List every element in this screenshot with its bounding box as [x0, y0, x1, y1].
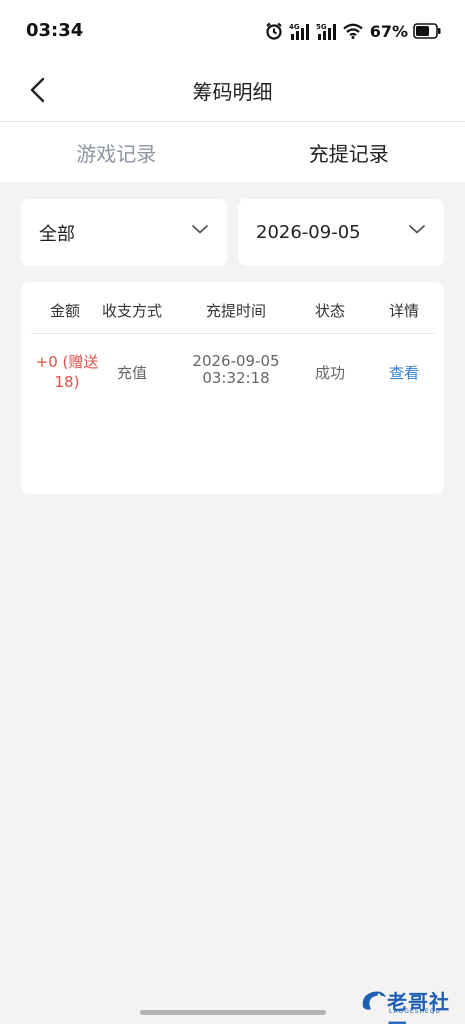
table-row: +0 (赠送 18) 充值 2026-09-05 03:32:18 成功 查看	[31, 334, 434, 424]
table-header: 金额 收支方式 充提时间 状态 详情	[31, 282, 434, 334]
time-cell: 2026-09-05 03:32:18	[181, 353, 291, 387]
svg-text:5G: 5G	[316, 23, 327, 31]
type-filter-value: 全部	[39, 223, 75, 245]
status-cell: 成功	[314, 364, 345, 382]
status-time: 03:34	[26, 20, 84, 41]
record-date: 2026-09-05	[192, 352, 280, 370]
chevron-down-icon	[409, 225, 425, 234]
signal-4g-icon: 4G	[289, 23, 309, 40]
battery-icon	[413, 23, 441, 39]
alarm-icon	[265, 22, 282, 40]
column-header-method: 收支方式	[101, 302, 162, 320]
chevron-down-icon	[192, 225, 208, 234]
tab-game-records[interactable]: 游戏记录	[0, 122, 233, 182]
battery-percent: 67%	[369, 21, 408, 41]
records-table: 金额 收支方式 充提时间 状态 详情 +0 (赠送 18) 充值 2026-09…	[21, 282, 444, 494]
tab-deposit-withdraw-records[interactable]: 充提记录	[233, 122, 465, 182]
column-header-amount: 金额	[49, 302, 80, 320]
date-filter-dropdown[interactable]: 2026-09-05	[238, 199, 444, 266]
record-tabs: 游戏记录 充提记录	[0, 122, 465, 182]
status-icons: 4G 5G 67%	[264, 19, 441, 43]
date-filter-value: 2026-09-05	[256, 222, 361, 243]
record-time: 03:32:18	[202, 369, 270, 387]
amount-line: 18)	[54, 373, 80, 391]
watermark-subtext: LAOGESHEQU	[389, 1008, 441, 1015]
signal-5g-icon: 5G	[316, 23, 336, 40]
wifi-icon	[342, 23, 363, 39]
status-bar: 03:34 4G 5G 67%	[0, 0, 465, 62]
method-cell: 充值	[116, 364, 147, 382]
column-header-detail: 详情	[388, 302, 419, 320]
column-header-time: 充提时间	[205, 302, 266, 320]
amount-cell: +0 (赠送 18)	[35, 352, 99, 392]
column-header-status: 状态	[314, 302, 345, 320]
type-filter-dropdown[interactable]: 全部	[21, 199, 227, 266]
dragon-icon	[362, 991, 386, 1010]
view-detail-link[interactable]: 查看	[374, 362, 434, 383]
svg-text:4G: 4G	[289, 23, 300, 31]
home-indicator[interactable]	[140, 1010, 326, 1015]
page-title: 筹码明细	[192, 80, 273, 104]
amount-line: +0 (赠送	[35, 353, 99, 371]
nav-bar: 筹码明细	[0, 62, 465, 120]
watermark-logo: 老哥社区 LAOGESHEQU	[359, 985, 459, 1024]
watermark-text: 老哥社区	[387, 990, 450, 1024]
